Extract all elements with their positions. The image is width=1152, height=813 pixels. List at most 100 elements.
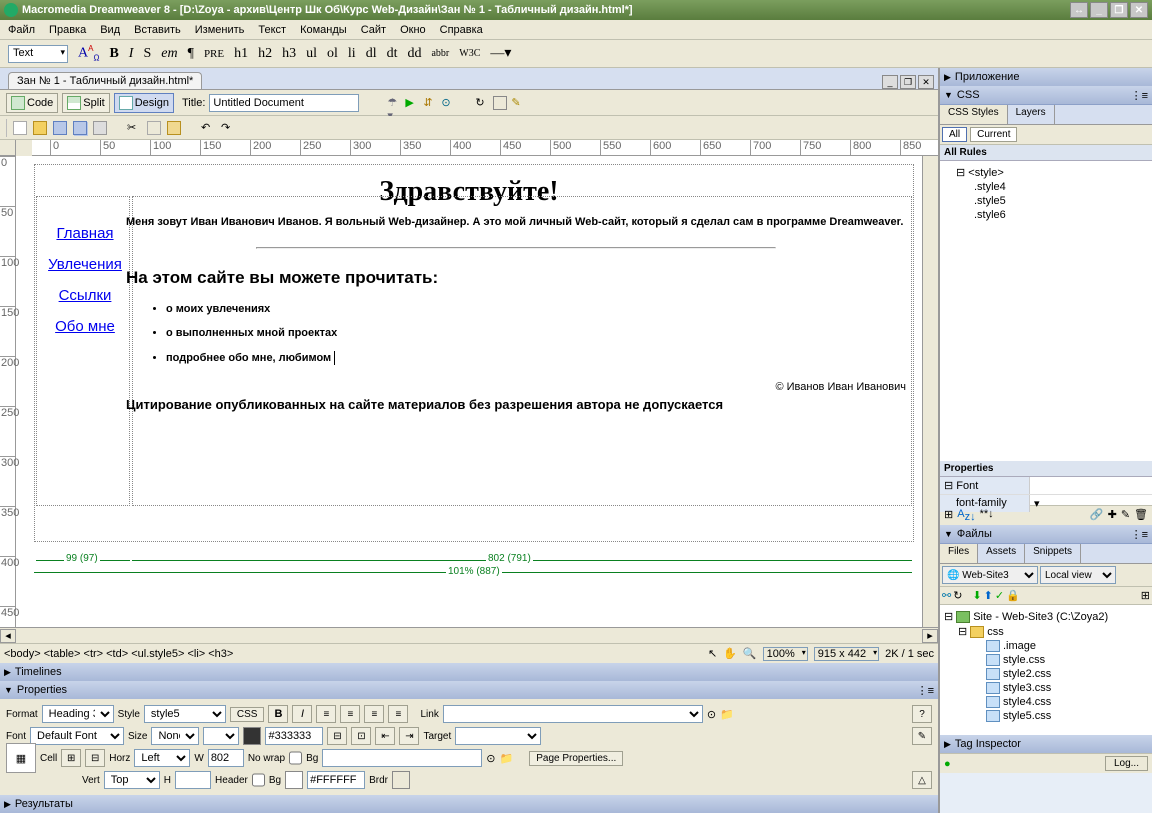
code-view-button[interactable]: Code	[6, 93, 58, 113]
menu-edit[interactable]: Правка	[49, 24, 86, 36]
print-icon[interactable]	[93, 121, 107, 135]
copy-icon[interactable]	[147, 121, 161, 135]
size-select[interactable]: None	[151, 727, 199, 745]
menu-file[interactable]: Файл	[8, 24, 35, 36]
timelines-panel-header[interactable]: ▶Timelines	[0, 663, 938, 681]
align-left-button[interactable]: ≡	[316, 705, 336, 723]
new-icon[interactable]	[13, 121, 27, 135]
put-icon[interactable]: ⬆	[984, 589, 993, 602]
align-right-button[interactable]: ≡	[364, 705, 384, 723]
file-item[interactable]: style5.css	[944, 709, 1148, 723]
file-mgmt-icon[interactable]: ⇵	[423, 96, 437, 110]
author-link[interactable]: Иванов Иван Иванович	[787, 381, 906, 393]
menu-view[interactable]: Вид	[100, 24, 120, 36]
css-button[interactable]: CSS	[230, 707, 265, 722]
ol-prop-button[interactable]: ⊟	[327, 727, 347, 745]
ol-button[interactable]: ol	[327, 46, 338, 62]
window-size-select[interactable]: 915 x 442	[814, 647, 879, 661]
attach-style-icon[interactable]: 🔗	[1090, 508, 1104, 523]
align-center-button[interactable]: ≡	[340, 705, 360, 723]
nowrap-checkbox[interactable]	[289, 749, 302, 767]
browse-folder-icon[interactable]: 📁	[720, 708, 734, 721]
size-unit-select[interactable]	[203, 727, 239, 745]
doc-close-button[interactable]: ✕	[918, 75, 934, 89]
layers-tab[interactable]: Layers	[1008, 105, 1055, 124]
menu-window[interactable]: Окно	[400, 24, 426, 36]
menu-commands[interactable]: Команды	[300, 24, 347, 36]
dl-button[interactable]: dl	[366, 46, 377, 62]
h-input[interactable]	[175, 771, 211, 789]
menu-modify[interactable]: Изменить	[195, 24, 245, 36]
close-button[interactable]: ✕	[1130, 2, 1148, 18]
document-tab[interactable]: Зан № 1 - Табличный дизайн.html*	[8, 72, 202, 89]
doc-minimize-button[interactable]: _	[882, 75, 898, 89]
nav-link-links[interactable]: Ссылки	[40, 287, 130, 304]
validate-icon[interactable]: ▶	[405, 96, 419, 110]
new-rule-icon[interactable]: ✚	[1108, 508, 1117, 523]
get-icon[interactable]: ⬇	[972, 589, 981, 602]
text-color-input[interactable]	[265, 727, 323, 745]
tag-path[interactable]: <body> <table> <tr> <td> <ul.style5> <li…	[4, 648, 233, 660]
save-all-icon[interactable]	[73, 121, 87, 135]
link-select[interactable]	[443, 705, 703, 723]
design-canvas[interactable]: Здравствуйте! Главная Увлечения Ссылки О…	[16, 156, 922, 627]
bg-input[interactable]	[322, 749, 482, 767]
css-styles-tab[interactable]: CSS Styles	[940, 105, 1008, 124]
split-cell-button[interactable]: ⊟	[85, 749, 105, 767]
h3-button[interactable]: h3	[282, 46, 296, 62]
snippets-tab[interactable]: Snippets	[1025, 544, 1081, 563]
font-tag-editor-icon[interactable]: AAΩ	[78, 44, 99, 62]
page-properties-button[interactable]: Page Properties...	[529, 751, 623, 766]
nav-link-hobbies[interactable]: Увлечения	[40, 256, 130, 273]
menu-insert[interactable]: Вставить	[134, 24, 181, 36]
strong-button[interactable]: S	[143, 46, 151, 62]
menu-site[interactable]: Сайт	[361, 24, 386, 36]
select-tool-icon[interactable]: ↖	[708, 647, 717, 660]
ul-prop-button[interactable]: ⊡	[351, 727, 371, 745]
indent-button[interactable]: ⇥	[399, 727, 419, 745]
outdent-button[interactable]: ⇤	[375, 727, 395, 745]
all-button[interactable]: All	[942, 127, 967, 142]
rule-item[interactable]: .style6	[944, 208, 1148, 222]
preview-icon[interactable]: ⊙	[441, 96, 455, 110]
files-panel-header[interactable]: ▼Файлы⋮≡	[940, 525, 1152, 543]
file-item[interactable]: style.css	[944, 653, 1148, 667]
current-button[interactable]: Current	[970, 127, 1017, 142]
style-select[interactable]: style5	[144, 705, 226, 723]
refresh-icon[interactable]: ↻	[475, 96, 489, 110]
no-browser-check-icon[interactable]: ☂▾	[387, 96, 401, 110]
header-checkbox[interactable]	[252, 771, 265, 789]
properties-panel-header[interactable]: ▼Properties⋮≡	[0, 681, 938, 699]
file-item[interactable]: style4.css	[944, 695, 1148, 709]
paste-icon[interactable]	[167, 121, 181, 135]
nav-link-home[interactable]: Главная	[40, 225, 130, 242]
delete-rule-icon[interactable]: 🗑	[1134, 508, 1148, 523]
taginspector-panel-header[interactable]: ▶Tag Inspector	[940, 735, 1152, 753]
minimize-button[interactable]: _	[1090, 2, 1108, 18]
design-view-button[interactable]: Design	[114, 93, 174, 113]
brdr-color-swatch[interactable]	[392, 771, 410, 789]
dt-button[interactable]: dt	[387, 46, 398, 62]
h2-button[interactable]: h2	[258, 46, 272, 62]
edit-rule-icon[interactable]: ✎	[1121, 508, 1130, 523]
expand-icon[interactable]: ⊞	[1141, 589, 1150, 602]
rule-item[interactable]: ⊟ <style>	[944, 165, 1148, 180]
pre-button[interactable]: PRE	[204, 48, 224, 60]
app-panel-header[interactable]: ▶Приложение	[940, 68, 1152, 86]
w-input[interactable]	[208, 749, 244, 767]
merge-cells-button[interactable]: ⊞	[61, 749, 81, 767]
text-color-swatch[interactable]	[243, 727, 261, 745]
target-select[interactable]	[455, 727, 541, 745]
li-button[interactable]: li	[348, 46, 356, 62]
redo-icon[interactable]: ↷	[221, 121, 235, 135]
bg-point-icon[interactable]: ⊙	[486, 752, 495, 765]
results-panel-header[interactable]: ▶Результаты	[0, 795, 938, 813]
italic-prop-button[interactable]: I	[292, 705, 312, 723]
title-input[interactable]	[209, 94, 359, 112]
visual-aids-icon[interactable]: ✎	[511, 96, 525, 110]
em-button[interactable]: em	[161, 46, 177, 62]
open-icon[interactable]	[33, 121, 47, 135]
zoom-tool-icon[interactable]: 🔍	[743, 647, 757, 660]
ul-button[interactable]: ul	[306, 46, 317, 62]
view-options-icon[interactable]	[493, 96, 507, 110]
